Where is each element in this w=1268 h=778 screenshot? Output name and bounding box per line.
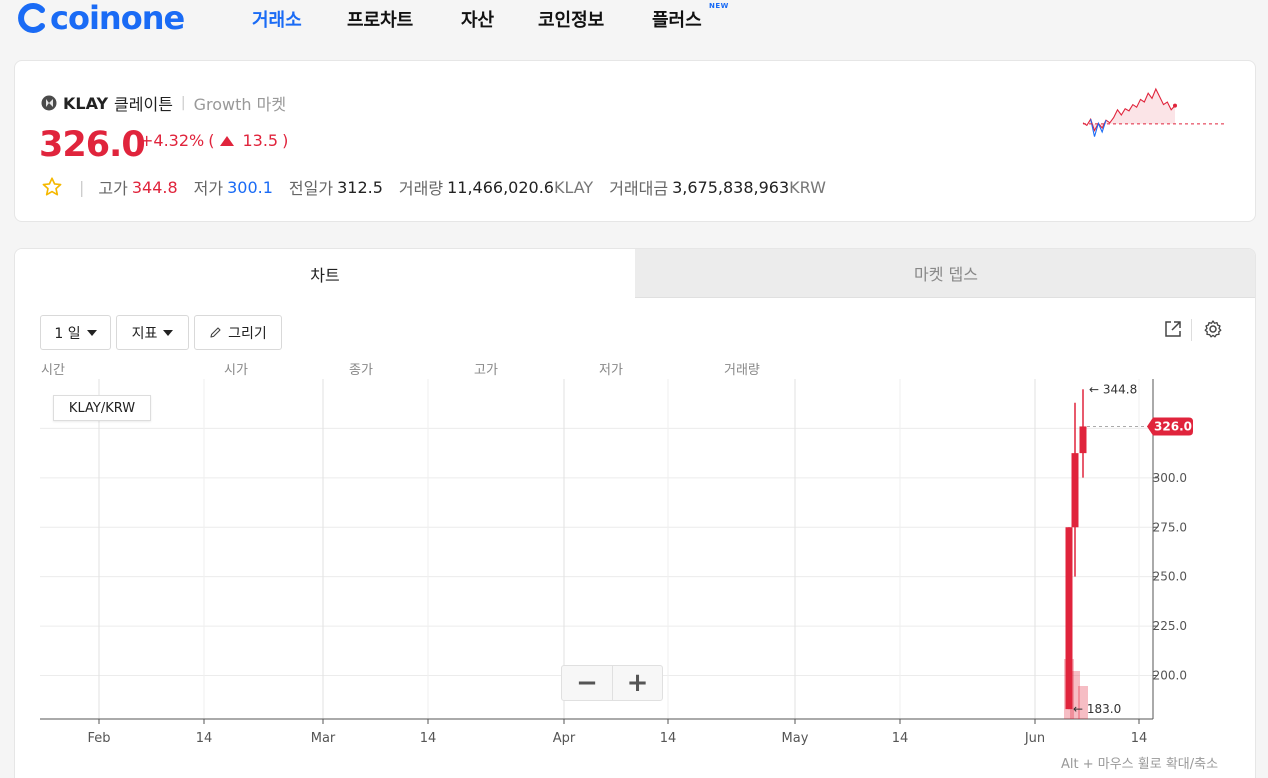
sparkline-down-segment <box>1090 119 1107 137</box>
x-tick-label: 14 <box>196 731 213 746</box>
candle-body <box>1065 527 1073 710</box>
zoom-hint: Alt + 마우스 휠로 확대/축소 <box>1061 757 1219 772</box>
x-tick-label: 14 <box>1131 731 1148 746</box>
volume-unit: KLAY <box>553 177 594 197</box>
y-tick-label: 225.0 <box>1153 619 1187 633</box>
logo-text: coinone <box>50 0 185 37</box>
top-nav: coinone 거래소 프로차트 자산 코인정보 플러스 NEW <box>0 0 1268 42</box>
caret-down-icon <box>86 329 97 336</box>
prev-close-label: 전일가 <box>288 179 334 198</box>
klay-coin-icon <box>41 95 57 111</box>
indicator-dropdown[interactable]: 지표 <box>116 315 189 350</box>
interval-label: 1 일 <box>54 325 81 342</box>
y-tick-label: 300.0 <box>1153 471 1187 485</box>
prev-close-value: 312.5 <box>337 177 383 197</box>
high-label: 고가 <box>98 179 128 198</box>
candlestick-chart[interactable]: Feb 14 Mar 14 Apr 14 May 14 Jun 14 200.0 225.0 250.0… <box>15 374 1256 778</box>
nav-plus[interactable]: 플러스 <box>652 6 702 32</box>
x-tick-label: 14 <box>660 731 677 746</box>
coin-name: 클레이튼 <box>114 95 173 114</box>
x-tick-label: 14 <box>420 731 437 746</box>
tab-market-depth[interactable]: 마켓 뎁스 <box>635 249 1255 298</box>
change-percent: +4.32% <box>140 131 205 150</box>
zoom-out-button[interactable]: − <box>562 666 612 700</box>
price-change: +4.32% ( 13.5 ) <box>140 131 288 150</box>
x-tick-label: May <box>782 731 809 746</box>
draw-button[interactable]: 그리기 <box>194 315 282 350</box>
ticker-stats: | 고가 344.8 저가 300.1 전일가 312.5 거래량 11,466… <box>41 175 826 199</box>
x-tick-label: Apr <box>553 731 576 746</box>
market-tag: Growth 마켓 <box>193 95 287 114</box>
toolbar-divider <box>1191 319 1192 341</box>
volume-value: 11,466,020.6 <box>447 177 554 197</box>
coin-symbol: KLAY <box>63 93 109 113</box>
x-tick-label: Jun <box>1024 731 1045 746</box>
sparkline-last-point <box>1173 103 1177 108</box>
symbol-label: KLAY/KRW <box>53 395 151 421</box>
interval-dropdown[interactable]: 1 일 <box>40 315 111 350</box>
favorite-star-icon[interactable] <box>41 176 63 198</box>
ticker-info-card: KLAY 클레이튼 | Growth 마켓 326.0 +4.32% ( 13.… <box>14 60 1256 222</box>
low-label: 저가 <box>193 179 224 198</box>
indicator-label: 지표 <box>131 325 158 342</box>
divider: | <box>180 95 186 111</box>
draw-label: 그리기 <box>228 325 267 342</box>
nav-assets[interactable]: 자산 <box>461 6 494 32</box>
max-price-marker: ← 344.8 <box>1089 382 1137 396</box>
zoom-in-button[interactable]: + <box>612 666 662 700</box>
nav-exchange[interactable]: 거래소 <box>252 6 302 32</box>
x-tick-label: 14 <box>892 731 909 746</box>
coinone-logo[interactable]: coinone <box>16 0 185 37</box>
change-close-paren: ) <box>282 131 289 150</box>
coinone-logo-mark <box>18 3 45 33</box>
coin-title: KLAY 클레이튼 | Growth 마켓 <box>41 91 286 115</box>
divider: | <box>79 177 85 197</box>
external-link-icon[interactable] <box>1163 319 1183 339</box>
up-triangle-icon <box>220 135 235 146</box>
new-badge: NEW <box>709 2 729 10</box>
caret-down-icon <box>163 329 174 336</box>
nav-prochart[interactable]: 프로차트 <box>347 6 413 32</box>
settings-gear-icon[interactable] <box>1203 319 1223 339</box>
zoom-controls: − + <box>561 665 663 701</box>
nav-coin-info[interactable]: 코인정보 <box>538 6 604 32</box>
tab-chart[interactable]: 차트 <box>15 249 635 298</box>
change-amount: 13.5 <box>242 131 279 150</box>
pencil-icon <box>210 327 221 338</box>
y-tick-label: 200.0 <box>1153 669 1187 683</box>
x-tick-label: Mar <box>311 731 336 746</box>
candle-body <box>1071 453 1079 528</box>
y-tick-label: 275.0 <box>1153 520 1187 534</box>
y-tick-label: 250.0 <box>1153 570 1187 584</box>
x-tick-label: Feb <box>87 731 110 746</box>
high-value: 344.8 <box>131 177 178 197</box>
chart-panel: 차트 마켓 뎁스 1 일 지표 그리기 시간 시가 종가 고가 저가 거래량 F… <box>14 248 1256 778</box>
min-price-marker: ← 183.0 <box>1073 702 1121 716</box>
volume-label: 거래량 <box>398 179 444 198</box>
amount-label: 거래대금 <box>609 179 669 198</box>
amount-unit: KRW <box>789 177 826 197</box>
candle-body <box>1079 426 1087 454</box>
change-open-paren: ( <box>208 131 215 150</box>
low-value: 300.1 <box>227 177 273 197</box>
current-price: 326.0 <box>39 125 146 165</box>
price-sparkline <box>1082 87 1225 137</box>
amount-value: 3,675,838,963 <box>672 177 790 197</box>
last-price-label: 326.0 <box>1154 419 1192 433</box>
